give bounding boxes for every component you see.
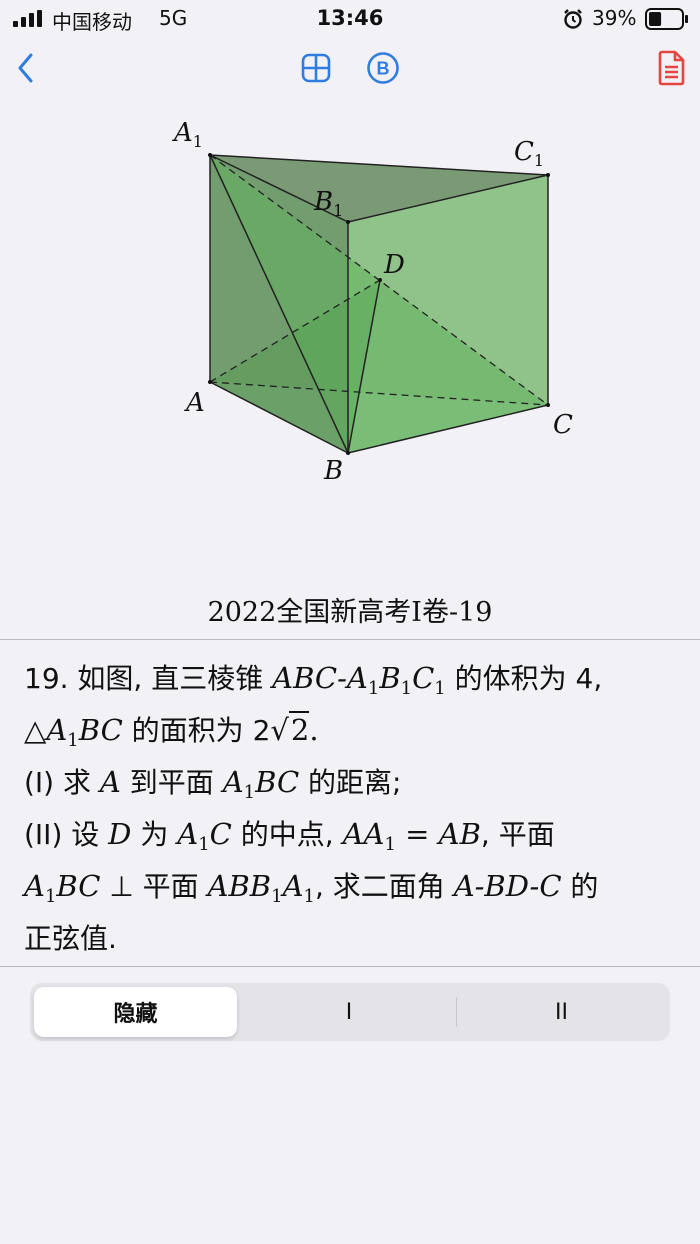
document-icon	[658, 50, 685, 86]
figure-caption: 2022全国新高考I卷-19	[207, 597, 493, 628]
label-b: B	[323, 456, 343, 486]
divider-bottom	[0, 966, 700, 967]
navigation-bar: B	[0, 38, 700, 100]
problem-text: 19. 如图, 直三棱锥 ABC-A1B1C1 的体积为 4, △A1BC 的面…	[24, 652, 684, 964]
chevron-left-icon	[18, 53, 33, 83]
alarm-icon	[564, 9, 582, 29]
label-a1: A1	[172, 118, 203, 151]
prism-figure: A1 C1 B1 D A B C	[0, 100, 700, 580]
problem-line-6: 正弦值.	[24, 922, 117, 955]
problem-line-4: (II) 设 D 为 A1C 的中点, AA1 = AB, 平面	[24, 817, 555, 855]
label-d: D	[383, 250, 405, 280]
battery-level-fill	[649, 12, 662, 26]
b-icon-label: B	[377, 59, 390, 79]
answer-segmented-control: 隐藏 I II	[30, 983, 670, 1041]
label-a: A	[184, 388, 205, 418]
back-button[interactable]	[8, 50, 44, 86]
b-mode-button[interactable]: B	[365, 50, 401, 86]
circled-b-icon: B	[367, 52, 399, 84]
segment-hide[interactable]: 隐藏	[34, 987, 237, 1037]
document-button[interactable]	[653, 50, 689, 86]
grid-view-button[interactable]	[298, 50, 334, 86]
problem-line-2: △A1BC 的面积为 2√2.	[24, 704, 684, 756]
triangular-prism-diagram: A1 C1 B1 D A B C	[172, 118, 573, 486]
grid-icon	[301, 53, 331, 83]
problem-line-5: A1BC ⊥ 平面 ABB1A1, 求二面角 A-BD-C 的	[24, 869, 599, 907]
sqrt-symbol: √2	[270, 711, 310, 747]
battery-percent: 39%	[592, 6, 637, 30]
label-c1: C1	[514, 137, 544, 170]
divider-top	[0, 639, 700, 640]
battery-icon	[645, 8, 688, 30]
segment-part-ii[interactable]: II	[457, 987, 666, 1037]
segment-part-i[interactable]: I	[243, 987, 455, 1037]
status-bar: 中国移动 5G 13:46 39%	[0, 0, 700, 38]
problem-line-3: (I) 求 A 到平面 A1BC 的距离;	[24, 765, 402, 803]
label-c: C	[553, 410, 573, 440]
problem-line-1: 19. 如图, 直三棱锥 ABC-A1B1C1 的体积为 4,	[24, 661, 603, 699]
